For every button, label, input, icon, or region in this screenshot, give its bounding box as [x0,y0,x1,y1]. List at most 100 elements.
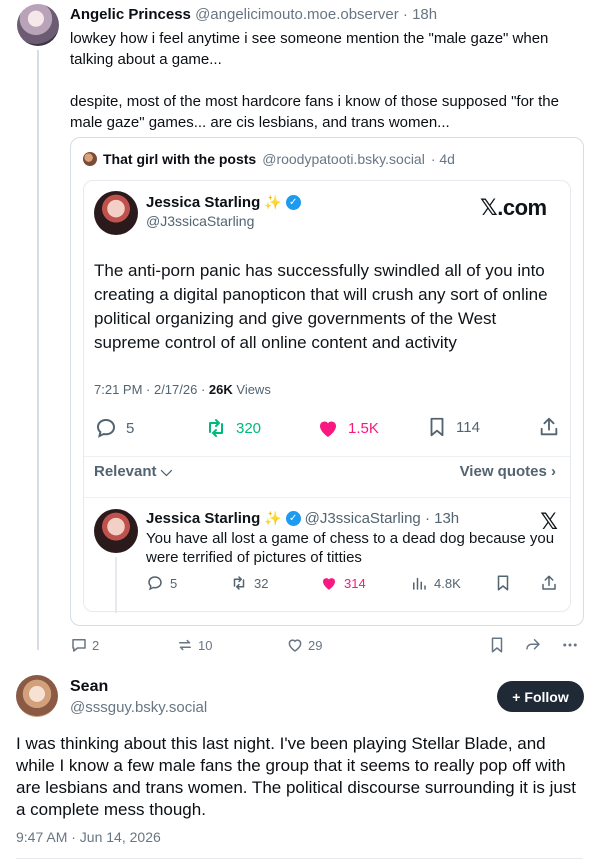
repost-button[interactable]: 10 [176,636,212,654]
x-views-count: 26K [208,382,233,397]
reply-thread-line [115,557,117,613]
relevant-label: Relevant [94,463,157,480]
author-handle[interactable]: @sssguy.bsky.social [70,699,207,716]
x-repost-button[interactable]: 320 [204,416,261,440]
author-handle[interactable]: @angelicimouto.moe.observer [195,6,399,23]
relevant-dropdown[interactable]: Relevant ⌵ [94,463,172,480]
reply-count: 2 [92,637,100,653]
post-timestamp[interactable]: 9:47 AM · Jun 14, 2026 [16,829,161,845]
x-post-body: The anti-porn panic has successfully swi… [94,261,548,352]
reply-share-button[interactable] [540,574,558,592]
x-views-label: Views [232,382,271,397]
x-like-count: 1.5K [348,419,379,437]
reply-author-name: Jessica Starling [146,510,261,527]
like-button[interactable]: 29 [286,636,322,654]
author-name[interactable]: Angelic Princess [70,6,191,23]
post-paragraph: lowkey how i feel anytime i see someone … [70,30,549,68]
post-paragraph: despite, most of the most hardcore fans … [70,93,559,131]
avatar[interactable] [16,675,58,717]
repost-count: 10 [198,637,213,653]
more-button[interactable] [560,636,580,654]
embedded-x-post[interactable]: Jessica Starling ✨ ✓ @J3ssicaStarling 𝕏.… [83,180,571,613]
follow-label: Follow [524,688,569,705]
thread-line [37,50,39,650]
reply-icon [148,576,162,591]
heart-icon [288,639,302,652]
reply-action-bar: 5 32 314 4.8K [146,574,558,594]
more-icon [563,643,577,647]
reply-like-button[interactable]: 314 [320,574,366,592]
quote-avatar [83,152,97,166]
reply-reply-button[interactable]: 5 [146,574,177,592]
bookmark-icon [430,417,444,437]
x-like-button[interactable]: 1.5K [316,416,379,440]
heart-icon [323,578,335,590]
reply-views-button[interactable]: 4.8K [410,574,461,592]
repost-icon [179,639,191,651]
x-reply-button[interactable]: 5 [94,416,134,440]
views-icon [413,577,426,590]
reply-views-count: 4.8K [434,575,461,591]
x-reply-count: 5 [126,419,135,437]
quote-header: That girl with the posts @roodypatooti.b… [83,151,455,167]
x-action-bar: 5 320 1.5K 114 [94,416,562,442]
reply-repost-count: 32 [254,575,269,591]
reply-reply-count: 5 [170,575,178,591]
x-author-handle: @J3ssicaStarling [146,213,255,229]
reply-icon [96,418,116,438]
post-action-bar: 2 10 29 [70,636,584,656]
like-count: 29 [308,637,323,653]
reply-header: Jessica Starling ✨ ✓ @J3ssicaStarling · … [146,510,459,527]
quote-author-handle: @roodypatooti.bsky.social [262,151,425,167]
divider [16,858,583,859]
repost-icon [209,419,223,437]
x-logo-icon: 𝕏.com [480,195,547,220]
chevron-down-icon: ⌵ [160,463,173,480]
avatar[interactable] [17,4,59,46]
quoted-post[interactable]: That girl with the posts @roodypatooti.b… [70,137,584,626]
sparkle-emoji: ✨ [264,194,282,210]
x-post-meta: 7:21 PM · 2/17/26 · 26K Views [94,382,271,397]
reply-repost-button[interactable]: 32 [230,574,268,592]
repost-icon [233,576,245,590]
share-icon [526,639,540,650]
view-quotes-label: View quotes [459,463,547,480]
share-icon [542,575,556,590]
post-time[interactable]: 18h [412,6,437,23]
bookmark-icon [491,637,503,653]
author-name[interactable]: Sean [70,678,108,696]
divider [84,497,570,498]
quote-time: · 4d [430,151,455,167]
x-author-name-row: Jessica Starling ✨ ✓ [146,194,301,211]
sparkle-emoji: ✨ [264,510,282,526]
x-author-name: Jessica Starling [146,194,261,211]
share-icon [540,417,558,436]
reply-text: You have all lost a game of chess to a d… [146,530,555,566]
x-post-timestamp: 7:21 PM · 2/17/26 · [94,382,209,397]
reply-like-count: 314 [344,575,366,591]
time-separator: · [398,6,413,23]
share-button[interactable] [524,636,542,654]
reply-icon [72,639,86,652]
heart-icon [320,421,336,437]
post-header: Angelic Princess @angelicimouto.moe.obse… [70,6,437,23]
view-quotes-link[interactable]: View quotes › [460,463,556,480]
post-angelic-princess: Angelic Princess @angelicimouto.moe.obse… [0,0,603,662]
post-text: I was thinking about this last night. I'… [16,734,577,819]
reply-bookmark-button[interactable] [494,574,512,592]
follow-button[interactable]: + Follow [497,681,584,712]
x-author-avatar [94,191,138,235]
x-repost-count: 320 [236,419,262,437]
post-text: lowkey how i feel anytime i see someone … [70,28,590,133]
divider [84,456,570,457]
chevron-right-icon: › [551,463,556,480]
bookmark-button[interactable] [488,636,506,654]
x-bookmark-button[interactable]: 114 [426,416,480,438]
quote-author-name: That girl with the posts [103,151,257,167]
plus-icon: + [512,688,521,705]
x-bookmark-count: 114 [456,418,480,436]
reply-handle-time: @J3ssicaStarling · 13h [304,510,460,527]
verified-badge-icon: ✓ [285,511,301,526]
x-share-button[interactable] [538,416,560,438]
reply-button[interactable]: 2 [70,636,99,654]
